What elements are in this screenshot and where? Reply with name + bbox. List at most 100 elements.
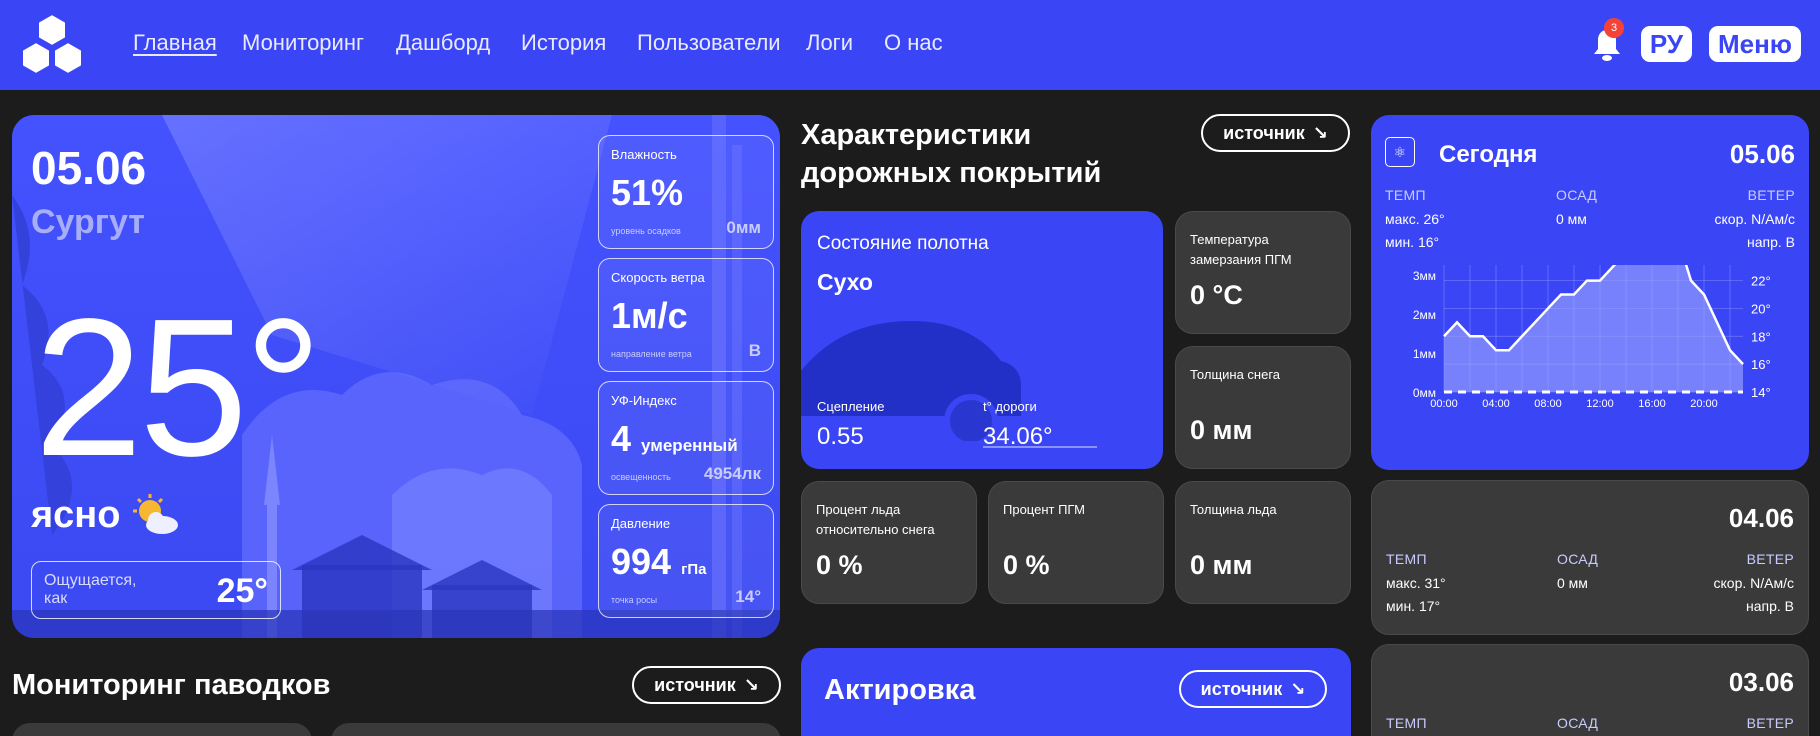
- temp-min: мин. 16°: [1385, 234, 1440, 250]
- x-axis-tick: 00:00: [1430, 398, 1458, 410]
- current-temperature: 25°: [34, 278, 322, 497]
- flood-source-label: источник: [654, 674, 736, 695]
- pgm-percent-value: 0 %: [1003, 550, 1050, 580]
- wind-label: ВЕТЕР: [1746, 715, 1794, 731]
- ice-thickness-card: Толщина льда 0 мм: [1175, 481, 1351, 604]
- left-axis-tick: 2мм: [1413, 308, 1436, 322]
- day-2-date: 04.06: [1728, 503, 1794, 533]
- nav-dashboard[interactable]: Дашборд: [396, 30, 490, 56]
- logo-icon[interactable]: [18, 12, 86, 76]
- uv-index-value-row: 4 умеренный: [611, 418, 738, 460]
- right-axis-tick: 22°: [1751, 274, 1771, 289]
- road-state-value: Сухо: [817, 269, 873, 295]
- temp-max: макс. 31°: [1386, 575, 1446, 591]
- pressure-title: Давление: [611, 516, 671, 531]
- road-title-line-1: Характеристики: [801, 119, 1032, 151]
- humidity-value: 51%: [611, 172, 684, 213]
- road-temp-underline: [983, 446, 1097, 448]
- snow-thickness-card: Толщина снега 0 мм: [1175, 346, 1351, 469]
- arrow-down-right-icon: ↘: [743, 674, 759, 695]
- precip-level-label: уровень осадков: [611, 226, 681, 236]
- wind-label: ВЕТЕР: [1746, 551, 1794, 567]
- nav-logs[interactable]: Логи: [806, 30, 853, 56]
- precip-level-value: 0мм: [726, 218, 761, 237]
- grip-label: Сцепление: [817, 399, 885, 414]
- wind-dir: напр. В: [1746, 234, 1795, 250]
- aktirovka-card: Актировка источник ↘: [801, 648, 1351, 736]
- temp-max: макс. 26°: [1385, 211, 1445, 227]
- dew-point-value: 14°: [735, 587, 761, 606]
- wind-direction-value: В: [748, 341, 761, 360]
- wind-direction-label: направление ветра: [611, 349, 692, 359]
- nav-home[interactable]: Главная: [133, 30, 217, 56]
- road-source-button[interactable]: источник ↘: [1201, 114, 1350, 152]
- freeze-temp-card: Температура замерзания ПГМ 0 °C: [1175, 211, 1351, 334]
- flood-source-button[interactable]: источник ↘: [632, 666, 781, 704]
- road-title-line-2: дорожных покрытий: [801, 157, 1102, 189]
- weather-condition: ясно: [31, 493, 182, 537]
- illuminance-value: 4954лк: [703, 464, 761, 483]
- road-section-title: Характеристики дорожных покрытий: [801, 116, 1101, 192]
- x-axis-tick: 20:00: [1690, 398, 1718, 410]
- top-header: Главная Мониторинг Дашборд История Польз…: [0, 0, 1820, 90]
- x-axis-tick: 04:00: [1482, 398, 1510, 410]
- menu-button[interactable]: Меню: [1709, 26, 1801, 62]
- aktirovka-source-label: источник: [1200, 678, 1283, 699]
- pressure-value: 994: [611, 541, 672, 582]
- today-date: 05.06: [1729, 139, 1795, 169]
- condition-text: ясно: [31, 493, 121, 536]
- wind-speed: скор. N/Ам/с: [1714, 211, 1796, 227]
- aktirovka-source-button[interactable]: источник ↘: [1179, 670, 1327, 708]
- flood-card-left: [12, 723, 312, 736]
- nav-about[interactable]: О нас: [884, 30, 943, 56]
- ice-percent-value: 0 %: [816, 550, 863, 580]
- right-axis-tick: 20°: [1751, 301, 1771, 316]
- uv-index-title: УФ-Индекс: [611, 393, 677, 408]
- temp-label: ТЕМП: [1385, 187, 1426, 203]
- today-logo-icon: ⚛: [1385, 137, 1415, 167]
- precip-label: ОСАД: [1556, 187, 1598, 203]
- nav-history[interactable]: История: [521, 30, 606, 56]
- temp-label: ТЕМП: [1386, 551, 1427, 567]
- pgm-percent-card: Процент ПГМ 0 %: [988, 481, 1164, 604]
- arrow-down-right-icon: ↘: [1312, 122, 1328, 143]
- nav-users[interactable]: Пользователи: [637, 30, 781, 56]
- notification-bell[interactable]: 3: [1590, 18, 1624, 66]
- day-3-date: 03.06: [1728, 667, 1794, 697]
- feels-like-label: Ощущается, как: [44, 572, 137, 607]
- left-axis-tick: 1мм: [1413, 347, 1436, 361]
- grip-value: 0.55: [817, 423, 864, 450]
- humidity-tile: Влажность 51% уровень осадков 0мм: [598, 135, 774, 249]
- city-name: Сургут: [31, 203, 145, 241]
- temperature-area: [1444, 265, 1743, 392]
- x-axis-tick: 16:00: [1638, 398, 1666, 410]
- uv-index-value: 4: [611, 418, 632, 459]
- precip-label: ОСАД: [1557, 715, 1599, 731]
- right-axis-tick: 18°: [1751, 329, 1771, 344]
- freeze-temp-title: Температура замерзания ПГМ: [1190, 232, 1292, 267]
- nav-monitoring[interactable]: Мониторинг: [242, 30, 364, 56]
- ice-percent-title: Процент льда относительно снега: [816, 502, 935, 537]
- left-axis-tick: 3мм: [1413, 269, 1436, 283]
- freeze-temp-value: 0 °C: [1190, 280, 1243, 310]
- snow-thickness-value: 0 мм: [1190, 415, 1253, 445]
- feels-like-box: Ощущается, как 25°: [31, 561, 281, 619]
- temp-min: мин. 17°: [1386, 598, 1441, 614]
- current-date: 05.06: [31, 142, 147, 194]
- uv-index-level: умеренный: [641, 436, 738, 455]
- dew-point-label: точка росы: [611, 595, 658, 605]
- today-label: Сегодня: [1439, 141, 1538, 168]
- wind-speed: скор. N/Ам/с: [1713, 575, 1795, 591]
- forecast-day-card-3: 03.06 ТЕМП ОСАД ВЕТЕР: [1371, 644, 1809, 736]
- precip-value: 0 мм: [1556, 211, 1587, 227]
- precip-value: 0 мм: [1557, 575, 1588, 591]
- temp-label: ТЕМП: [1386, 715, 1427, 731]
- ice-percent-card: Процент льда относительно снега 0 %: [801, 481, 977, 604]
- road-source-label: источник: [1223, 122, 1305, 143]
- flood-title: Мониторинг паводков: [12, 669, 331, 701]
- notification-count-badge: 3: [1604, 18, 1624, 38]
- road-temp-label: t° дороги: [983, 399, 1037, 414]
- language-button[interactable]: РУ: [1641, 26, 1692, 62]
- pgm-percent-title: Процент ПГМ: [1003, 502, 1085, 517]
- sun-cloud-icon: [133, 494, 179, 534]
